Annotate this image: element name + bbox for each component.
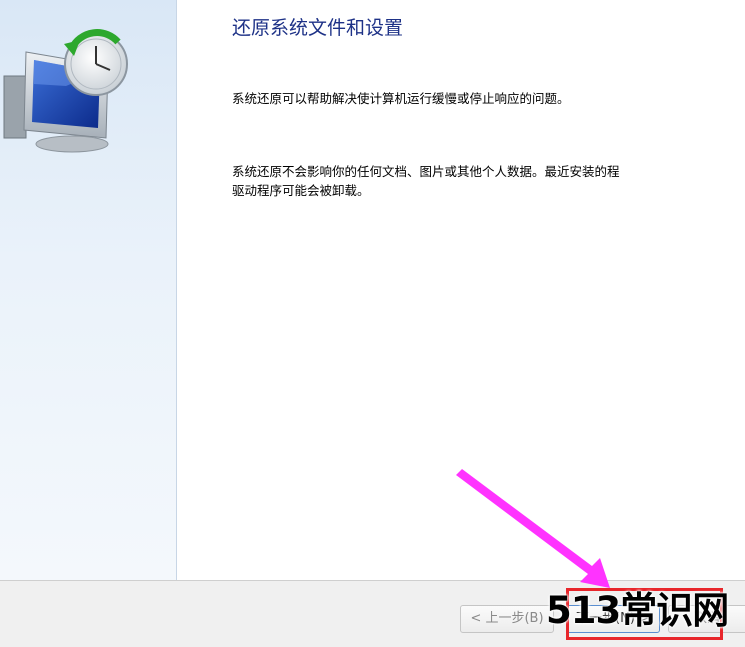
page-title: 还原系统文件和设置 [232,17,404,39]
note-line-2: 驱动程序可能会被卸载。 [232,183,370,198]
note-line-1: 系统还原不会影响你的任何文档、图片或其他个人数据。最近安装的程 [232,164,620,179]
wizard-sidebar [0,0,177,580]
description-paragraph: 系统还原可以帮助解决使计算机运行缓慢或停止响应的问题。 [232,91,570,106]
wizard-content: 还原系统文件和设置 系统还原可以帮助解决使计算机运行缓慢或停止响应的问题。 系统… [232,0,745,580]
watermark: 513常识网 [546,589,729,632]
back-button[interactable]: < 上一步(B) [460,605,554,633]
note-paragraph: 系统还原不会影响你的任何文档、图片或其他个人数据。最近安装的程 驱动程序可能会被… [232,162,620,200]
system-restore-icon [3,29,128,153]
system-restore-window: 还原系统文件和设置 系统还原可以帮助解决使计算机运行缓慢或停止响应的问题。 系统… [0,0,745,647]
